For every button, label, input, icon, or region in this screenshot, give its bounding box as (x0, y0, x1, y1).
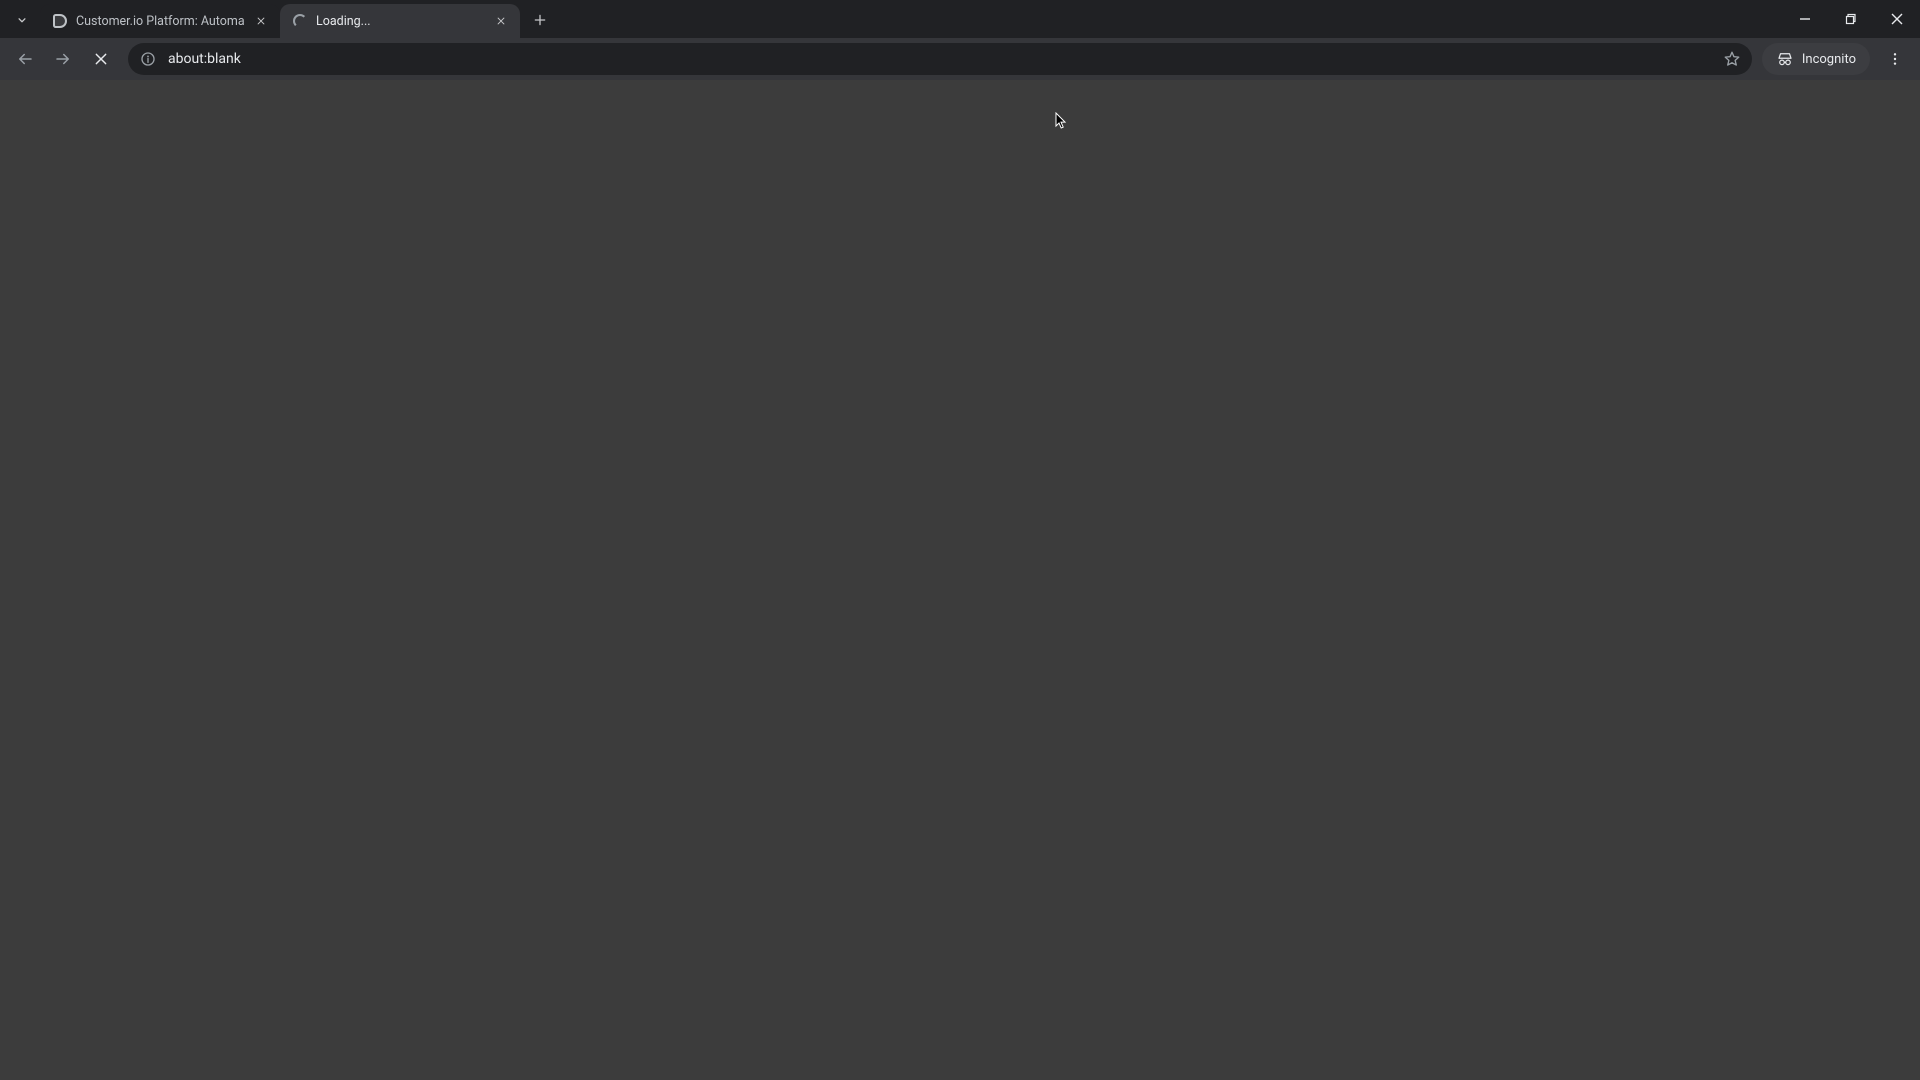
nav-back-button[interactable] (8, 42, 42, 76)
star-icon (1723, 50, 1741, 68)
info-icon (140, 51, 156, 67)
site-info-button[interactable] (138, 49, 158, 69)
url-text: about:blank (168, 51, 1708, 67)
bookmark-button[interactable] (1718, 45, 1746, 73)
window-maximize-button[interactable] (1828, 0, 1874, 38)
chrome-menu-button[interactable] (1878, 42, 1912, 76)
arrow-left-icon (16, 50, 34, 68)
chevron-down-icon (15, 13, 29, 27)
window-minimize-button[interactable] (1782, 0, 1828, 38)
plus-icon (533, 13, 547, 27)
close-icon (93, 51, 109, 67)
tab-title: Loading... (316, 14, 484, 29)
close-icon (1891, 13, 1903, 25)
incognito-label: Incognito (1802, 52, 1856, 67)
minimize-icon (1799, 13, 1811, 25)
tab-title: Customer.io Platform: Automat (76, 14, 244, 29)
window-controls (1782, 0, 1920, 38)
tab-close-button[interactable] (492, 12, 510, 30)
close-icon (496, 16, 506, 26)
nav-forward-button[interactable] (46, 42, 80, 76)
loading-spinner-icon (292, 13, 308, 29)
close-icon (256, 16, 266, 26)
arrow-right-icon (54, 50, 72, 68)
tab-close-button[interactable] (252, 12, 270, 30)
incognito-indicator[interactable]: Incognito (1762, 43, 1870, 75)
mouse-cursor-icon (1055, 112, 1067, 130)
incognito-icon (1776, 50, 1794, 68)
browser-toolbar: about:blank Incognito (0, 38, 1920, 80)
customerio-favicon-icon (52, 13, 68, 29)
maximize-icon (1845, 13, 1857, 25)
search-tabs-button[interactable] (8, 6, 36, 34)
titlebar-drag-region[interactable] (554, 0, 1782, 38)
kebab-icon (1887, 51, 1903, 67)
page-viewport (0, 80, 1920, 1080)
window-close-button[interactable] (1874, 0, 1920, 38)
address-bar[interactable]: about:blank (128, 43, 1752, 75)
browser-tab-strip: Customer.io Platform: Automat Loading... (0, 0, 1920, 38)
tab-customerio[interactable]: Customer.io Platform: Automat (40, 4, 280, 38)
new-tab-button[interactable] (526, 6, 554, 34)
nav-stop-button[interactable] (84, 42, 118, 76)
tab-loading[interactable]: Loading... (280, 4, 520, 38)
